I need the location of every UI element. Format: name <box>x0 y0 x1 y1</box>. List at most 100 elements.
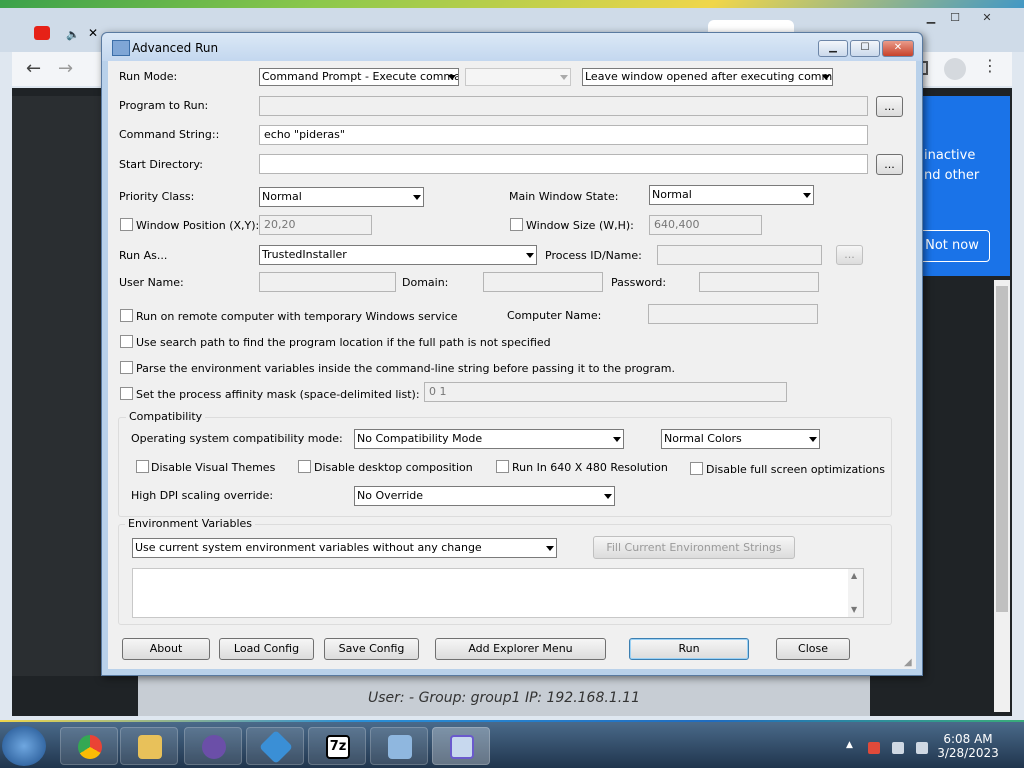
process-id-label: Process ID/Name: <box>545 249 642 262</box>
taskbar-advanced-run[interactable] <box>432 727 490 765</box>
colors-select[interactable]: Normal Colors <box>661 429 820 449</box>
run-640-checkbox[interactable] <box>496 460 509 473</box>
window-position-input[interactable]: 20,20 <box>259 215 372 235</box>
window-size-input[interactable]: 640,400 <box>649 215 762 235</box>
network-icon[interactable] <box>892 742 904 754</box>
main-window-state-value: Normal <box>652 188 692 201</box>
dpi-value: No Override <box>357 489 424 502</box>
resize-grip-icon[interactable]: ◢ <box>904 657 912 668</box>
main-window-state-label: Main Window State: <box>509 190 619 203</box>
window-size-checkbox[interactable] <box>510 218 523 231</box>
environment-mode-select[interactable]: Use current system environment variables… <box>132 538 557 558</box>
password-input[interactable] <box>699 272 819 292</box>
not-now-button[interactable]: Not now <box>914 230 990 262</box>
parse-env-checkbox[interactable] <box>120 361 133 374</box>
main-window-state-select[interactable]: Normal <box>649 185 814 205</box>
clock[interactable]: 6:08 AM 3/28/2023 <box>930 732 1006 760</box>
priority-class-value: Normal <box>262 190 302 203</box>
minimize-button[interactable]: ▁ <box>818 40 848 57</box>
disable-fullscreen-checkbox[interactable] <box>690 462 703 475</box>
volume-icon[interactable] <box>916 742 928 754</box>
taskbar-chrome[interactable] <box>60 727 118 765</box>
affinity-input[interactable]: 0 1 <box>424 382 787 402</box>
program-input[interactable] <box>259 96 868 116</box>
add-explorer-menu-button[interactable]: Add Explorer Menu <box>435 638 606 660</box>
domain-input[interactable] <box>483 272 603 292</box>
diamond-icon <box>259 730 293 764</box>
disable-desktop-composition-checkbox[interactable] <box>298 460 311 473</box>
remote-computer-label: Run on remote computer with temporary Wi… <box>136 310 458 323</box>
profile-icon[interactable] <box>944 58 966 80</box>
close-dialog-button[interactable]: Close <box>776 638 850 660</box>
chevron-down-icon <box>809 437 817 442</box>
close-tab-icon[interactable]: ✕ <box>88 26 98 40</box>
dialog-titlebar[interactable]: Advanced Run ▁ ☐ ✕ <box>102 33 922 61</box>
about-button[interactable]: About <box>122 638 210 660</box>
window-size-label: Window Size (W,H): <box>526 219 634 232</box>
start-directory-input[interactable] <box>259 154 868 174</box>
program-browse-button[interactable]: ... <box>876 96 903 117</box>
action-center-icon[interactable] <box>868 742 880 754</box>
run-mode-select[interactable]: Command Prompt - Execute command <box>259 68 459 86</box>
save-config-button[interactable]: Save Config <box>324 638 419 660</box>
minimize-icon[interactable]: ▁ <box>918 10 944 26</box>
affinity-checkbox[interactable] <box>120 387 133 400</box>
window-after-exec-select[interactable]: Leave window opened after executing comm… <box>582 68 833 86</box>
back-icon[interactable]: ← <box>26 58 41 79</box>
run-as-select[interactable]: TrustedInstaller <box>259 245 537 265</box>
tray-expand-icon[interactable]: ▲ <box>846 740 853 750</box>
environment-textarea[interactable] <box>132 568 864 618</box>
priority-class-select[interactable]: Normal <box>259 187 424 207</box>
os-compat-value: No Compatibility Mode <box>357 432 483 445</box>
close-icon[interactable]: ✕ <box>974 10 1000 26</box>
environment-scrollbar[interactable]: ▲ ▼ <box>848 569 863 617</box>
computer-name-label: Computer Name: <box>507 309 602 322</box>
chevron-down-icon <box>803 193 811 198</box>
chevron-down-icon <box>560 75 568 80</box>
taskbar-control-panel[interactable] <box>370 727 428 765</box>
user-name-input[interactable] <box>259 272 396 292</box>
password-label: Password: <box>611 276 667 289</box>
os-compat-select[interactable]: No Compatibility Mode <box>354 429 624 449</box>
fill-environment-button[interactable]: Fill Current Environment Strings <box>593 536 795 559</box>
window-position-checkbox[interactable] <box>120 218 133 231</box>
process-id-input[interactable] <box>657 245 822 265</box>
speaker-icon[interactable]: 🔈 <box>66 28 80 41</box>
run-mode-label: Run Mode: <box>119 70 178 83</box>
taskbar-github[interactable] <box>184 727 242 765</box>
run-mode-secondary-select[interactable] <box>465 68 571 86</box>
program-label: Program to Run: <box>119 99 209 112</box>
clock-time: 6:08 AM <box>943 732 993 746</box>
user-info-text: User: - Group: group1 IP: 192.168.1.11 <box>367 690 640 706</box>
start-button[interactable] <box>2 726 46 766</box>
taskbar-7zip[interactable]: 7z <box>308 727 366 765</box>
menu-icon[interactable]: ⋮ <box>982 56 998 75</box>
run-button[interactable]: Run <box>629 638 749 660</box>
maximize-icon[interactable]: ☐ <box>942 10 968 26</box>
command-string-input[interactable]: echo "pideras" <box>259 125 868 145</box>
search-path-checkbox[interactable] <box>120 335 133 348</box>
taskbar-explorer[interactable] <box>120 727 178 765</box>
maximize-button[interactable]: ☐ <box>850 40 880 57</box>
user-name-label: User Name: <box>119 276 184 289</box>
taskbar-app-diamond[interactable] <box>246 727 304 765</box>
close-button[interactable]: ✕ <box>882 40 914 57</box>
run-640-label: Run In 640 X 480 Resolution <box>512 461 668 474</box>
scroll-down-icon[interactable]: ▼ <box>851 605 857 614</box>
disable-visual-themes-checkbox[interactable] <box>136 460 149 473</box>
process-browse-button[interactable]: ... <box>836 245 863 265</box>
youtube-icon[interactable] <box>34 26 50 40</box>
start-directory-browse-button[interactable]: ... <box>876 154 903 175</box>
forward-icon[interactable]: → <box>58 58 73 79</box>
scroll-up-icon[interactable]: ▲ <box>851 571 857 580</box>
remote-computer-checkbox[interactable] <box>120 309 133 322</box>
control-panel-icon <box>388 735 412 759</box>
dialog-title: Advanced Run <box>132 41 219 55</box>
dpi-select[interactable]: No Override <box>354 486 615 506</box>
computer-name-input[interactable] <box>648 304 818 324</box>
os-compat-label: Operating system compatibility mode: <box>131 432 343 445</box>
scrollbar-thumb[interactable] <box>996 286 1008 612</box>
advanced-run-icon <box>450 735 474 759</box>
run-as-label: Run As... <box>119 249 168 262</box>
load-config-button[interactable]: Load Config <box>219 638 314 660</box>
